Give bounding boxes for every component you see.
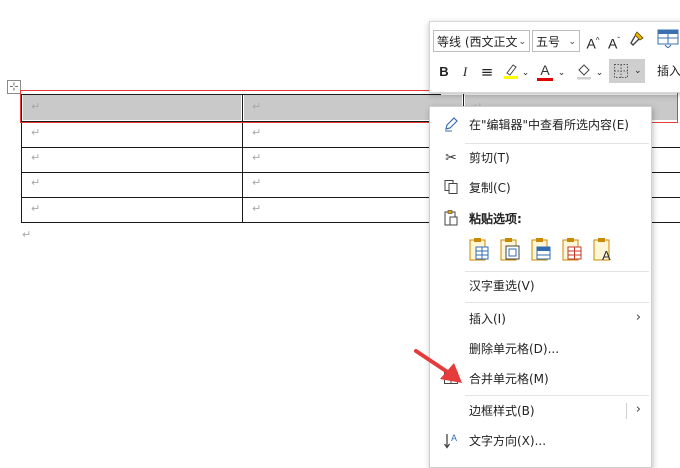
font-name-combo[interactable]: 等线 (西文正文 ⌄ bbox=[433, 30, 530, 52]
font-name-value: 等线 (西文正文 bbox=[437, 35, 518, 49]
highlighter-icon bbox=[504, 64, 518, 79]
menu-item-text-direction[interactable]: A 文字方向(X)... bbox=[430, 427, 651, 455]
shading-button[interactable] bbox=[574, 62, 594, 85]
chevron-down-icon: ⌄ bbox=[634, 66, 642, 76]
move-icon: ⊹ bbox=[9, 80, 19, 93]
font-size-combo[interactable]: 五号 ⌄ bbox=[532, 30, 580, 52]
chevron-down-icon: ⌄ bbox=[568, 37, 576, 47]
menu-item-label: 在"编辑器"中查看所选内容(E) bbox=[469, 118, 629, 132]
table-cell[interactable]: ↵ bbox=[252, 177, 261, 188]
center-align-button[interactable]: ≡ bbox=[478, 63, 496, 81]
table-cell[interactable]: ↵ bbox=[31, 127, 40, 138]
menu-item-label: 汉字重选(V) bbox=[469, 279, 535, 293]
borders-icon bbox=[614, 64, 628, 78]
menu-item-cut[interactable]: ✂ 剪切(T) bbox=[430, 144, 651, 172]
highlight-color-button[interactable] bbox=[501, 62, 521, 85]
shading-dropdown[interactable]: ⌄ bbox=[595, 64, 604, 82]
paste-nest-table-icon[interactable] bbox=[498, 237, 522, 263]
highlight-dropdown[interactable]: ⌄ bbox=[521, 64, 530, 82]
table-cell[interactable]: ↵ bbox=[31, 203, 40, 214]
insert-table-icon bbox=[657, 29, 679, 49]
copy-icon bbox=[442, 179, 460, 197]
paragraph-mark: ↵ bbox=[22, 228, 32, 241]
svg-text:A: A bbox=[451, 433, 457, 443]
table-cell[interactable]: ↵ bbox=[31, 177, 40, 188]
table-move-handle[interactable]: ⊹ bbox=[7, 80, 21, 94]
scissors-icon: ✂ bbox=[445, 150, 457, 166]
menu-item-label: 粘贴选项: bbox=[469, 212, 522, 226]
pen-icon bbox=[442, 116, 460, 134]
menu-item-label: 删除单元格(D)... bbox=[469, 342, 560, 356]
mini-toolbar: 等线 (西文正文 ⌄ 五号 ⌄ A^ Aˇ B I ≡ ⌄ A ⌄ ⌄ ⌄ 插入 bbox=[429, 21, 680, 93]
menu-item-label: 边框样式(B) bbox=[469, 404, 535, 418]
menu-item-insert[interactable]: 插入(I) › bbox=[430, 305, 651, 333]
paste-icon bbox=[442, 210, 460, 228]
menu-item-label: 文字方向(X)... bbox=[469, 434, 547, 448]
menu-item-label: 剪切(T) bbox=[469, 151, 510, 165]
context-menu: 在"编辑器"中查看所选内容(E) ✂ 剪切(T) 复制(C) 粘贴选项: A 汉… bbox=[429, 106, 652, 468]
format-painter-button[interactable] bbox=[627, 31, 645, 52]
menu-item-copy[interactable]: 复制(C) bbox=[430, 174, 651, 202]
text-direction-icon: A bbox=[442, 432, 460, 450]
paste-text-only-icon[interactable]: A bbox=[591, 237, 615, 263]
shading-bucket-icon bbox=[577, 64, 591, 80]
menu-item-paste-options: 粘贴选项: bbox=[430, 205, 651, 233]
menu-item-label: 插入(I) bbox=[469, 312, 506, 326]
paste-keep-source-icon[interactable] bbox=[467, 237, 491, 263]
paste-overwrite-cells-icon[interactable] bbox=[560, 237, 584, 263]
svg-text:A: A bbox=[602, 248, 611, 263]
table-cell[interactable]: ↵ bbox=[252, 152, 261, 163]
menu-item-label: 合并单元格(M) bbox=[469, 372, 549, 386]
table-cell[interactable]: ↵ bbox=[31, 152, 40, 163]
shrink-font-button[interactable]: Aˇ bbox=[605, 32, 623, 53]
submenu-arrow-icon: › bbox=[635, 310, 641, 325]
font-color-bar bbox=[537, 78, 553, 81]
menu-item-view-in-editor[interactable]: 在"编辑器"中查看所选内容(E) bbox=[430, 111, 651, 139]
paste-options-row: A bbox=[467, 237, 617, 265]
annotation-arrow bbox=[414, 349, 462, 383]
font-size-value: 五号 bbox=[536, 35, 561, 49]
table-cell[interactable]: ↵ bbox=[252, 203, 261, 214]
table-cell[interactable]: ↵ bbox=[252, 127, 261, 138]
borders-button[interactable]: ⌄ bbox=[609, 59, 645, 83]
format-painter-icon bbox=[630, 31, 644, 46]
menu-item-reconvert[interactable]: 汉字重选(V) bbox=[430, 272, 651, 300]
bold-button[interactable]: B bbox=[436, 63, 452, 81]
font-color-dropdown[interactable]: ⌄ bbox=[557, 64, 566, 82]
chevron-down-icon: ⌄ bbox=[518, 37, 526, 47]
paste-merge-table-icon[interactable] bbox=[529, 237, 553, 263]
insert-button-label[interactable]: 插入 bbox=[655, 62, 680, 80]
split-divider bbox=[626, 403, 627, 419]
menu-item-border-styles[interactable]: 边框样式(B) › bbox=[430, 397, 651, 425]
menu-item-label: 复制(C) bbox=[469, 181, 511, 195]
insert-table-button[interactable] bbox=[655, 28, 680, 52]
font-color-button[interactable]: A bbox=[536, 61, 554, 81]
font-color-icon: A bbox=[540, 62, 550, 78]
submenu-arrow-icon: › bbox=[635, 402, 641, 417]
grow-font-button[interactable]: A^ bbox=[584, 32, 602, 53]
italic-button[interactable]: I bbox=[458, 63, 472, 81]
